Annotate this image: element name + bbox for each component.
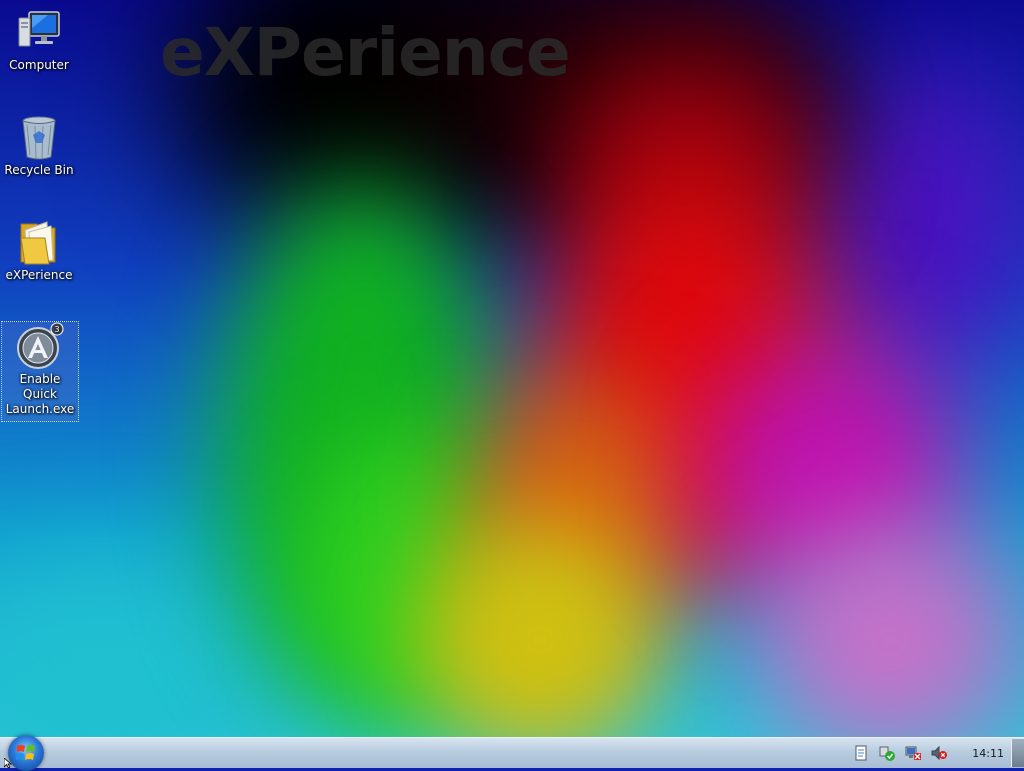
desktop-icon-label: eXPerience bbox=[5, 268, 73, 282]
folder-icon bbox=[15, 218, 63, 266]
network-disconnected-icon[interactable] bbox=[905, 745, 922, 761]
wallpaper-watermark: eXPerience bbox=[160, 14, 571, 91]
taskbar-clock[interactable]: 14:11 bbox=[972, 747, 1004, 760]
mouse-cursor-icon bbox=[4, 758, 12, 768]
desktop-icon-computer[interactable]: Computer bbox=[1, 8, 77, 73]
taskbar: 14:11 bbox=[0, 735, 1024, 771]
show-desktop-button[interactable] bbox=[1011, 739, 1024, 767]
desktop-icon-recycle-bin[interactable]: Recycle Bin bbox=[1, 113, 77, 178]
desktop-icon-label: Computer bbox=[9, 58, 69, 72]
windows-start-orb-icon[interactable] bbox=[8, 735, 44, 771]
volume-muted-icon[interactable] bbox=[931, 745, 948, 761]
desktop-icon-label: Enable Quick Launch.exe bbox=[5, 372, 75, 416]
document-icon[interactable] bbox=[853, 745, 869, 761]
desktop-icon-label: Recycle Bin bbox=[4, 163, 74, 177]
computer-icon bbox=[15, 8, 63, 56]
system-tray: 14:11 bbox=[848, 738, 1008, 768]
app-icon: 3 bbox=[16, 322, 64, 370]
desktop-wallpaper bbox=[0, 0, 1024, 768]
desktop-icon-experience-folder[interactable]: eXPerience bbox=[1, 218, 77, 283]
desktop-icon-enable-quick-launch[interactable]: 3 Enable Quick Launch.exe bbox=[1, 321, 79, 422]
security-check-icon[interactable] bbox=[879, 745, 896, 761]
svg-text:3: 3 bbox=[54, 325, 59, 334]
recycle-bin-icon bbox=[15, 113, 63, 161]
